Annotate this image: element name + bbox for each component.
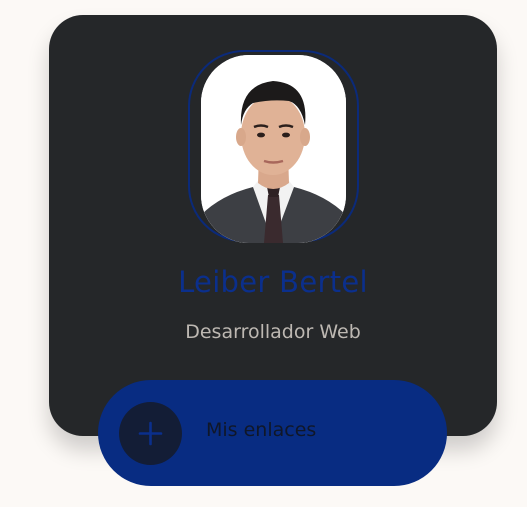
profile-photo-icon	[201, 55, 346, 243]
profile-role: Desarrollador Web	[185, 321, 361, 343]
profile-name: Leiber Bertel	[178, 265, 368, 299]
profile-card: Leiber Bertel Desarrollador Web	[49, 15, 497, 436]
plus-button-circle[interactable]	[119, 402, 182, 465]
avatar	[201, 55, 346, 243]
my-links-label: Mis enlaces	[206, 419, 317, 441]
plus-icon	[138, 421, 163, 446]
my-links-button[interactable]: Mis enlaces	[98, 380, 447, 486]
